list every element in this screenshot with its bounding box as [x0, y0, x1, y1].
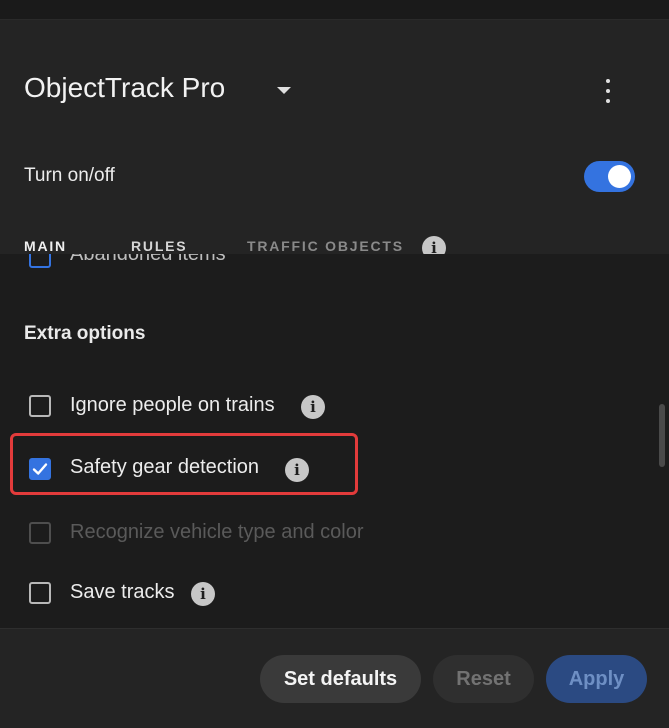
set-defaults-button[interactable]: Set defaults — [260, 655, 421, 703]
safety-gear-info-icon[interactable]: i — [285, 458, 309, 482]
apply-button[interactable]: Apply — [546, 655, 647, 703]
toggle-label: Turn on/off — [24, 165, 115, 186]
dropdown-caret-icon[interactable] — [277, 87, 291, 94]
scrollbar-thumb[interactable] — [659, 404, 665, 467]
ignore-people-info-icon[interactable]: i — [301, 395, 325, 419]
tab-rules[interactable]: RULES — [131, 238, 187, 254]
reset-button[interactable]: Reset — [433, 655, 534, 703]
section-title: Extra options — [24, 323, 146, 344]
recognize-vehicle-checkbox — [29, 522, 51, 544]
tab-traffic-objects[interactable]: TRAFFIC OBJECTS — [247, 238, 404, 254]
ignore-people-on-trains-label: Ignore people on trains — [70, 394, 275, 416]
tab-main[interactable]: MAIN — [24, 238, 67, 254]
options-scroll-area[interactable]: Abandoned items Extra options Ignore peo… — [0, 254, 669, 628]
recognize-vehicle-label: Recognize vehicle type and color — [70, 521, 364, 543]
abandoned-items-checkbox[interactable] — [29, 254, 51, 268]
power-toggle[interactable] — [584, 161, 635, 192]
window-top-strip — [0, 0, 669, 20]
save-tracks-info-icon[interactable]: i — [191, 582, 215, 606]
save-tracks-checkbox[interactable] — [29, 582, 51, 604]
safety-gear-detection-label: Safety gear detection — [70, 456, 260, 478]
panel-header: ObjectTrack Pro Turn on/off MAIN RULES T… — [0, 20, 669, 260]
app-title: ObjectTrack Pro — [24, 72, 226, 103]
ignore-people-on-trains-checkbox[interactable] — [29, 395, 51, 417]
more-options-icon[interactable] — [596, 75, 620, 107]
checkmark-icon — [32, 463, 48, 475]
panel-footer: Set defaults Reset Apply — [0, 628, 669, 728]
toggle-knob — [608, 165, 631, 188]
save-tracks-label: Save tracks — [70, 581, 175, 603]
safety-gear-detection-checkbox[interactable] — [29, 458, 51, 480]
abandoned-items-label: Abandoned items — [70, 254, 226, 265]
